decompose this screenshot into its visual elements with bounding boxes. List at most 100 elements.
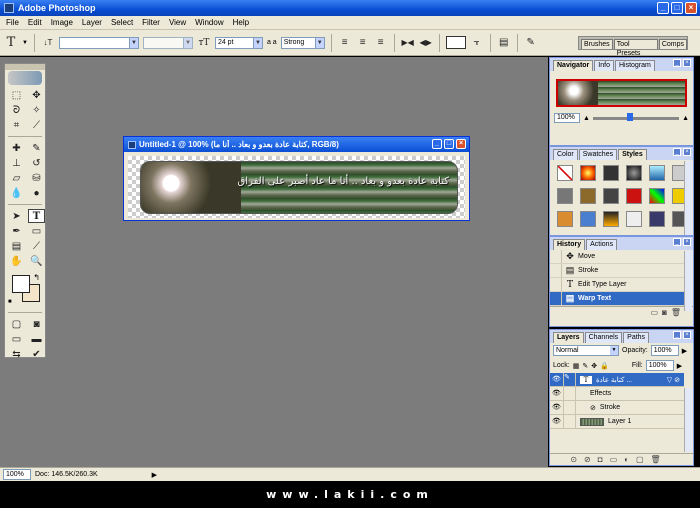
menu-image[interactable]: Image: [51, 18, 73, 27]
standard-mode-icon[interactable]: ▢: [8, 317, 25, 331]
default-colors-icon[interactable]: ■: [8, 299, 12, 305]
document-canvas[interactable]: كتابة عادة بعدو و بعاد .. أنا ما عاد أصب…: [128, 156, 465, 218]
font-size-select[interactable]: 24 pt ▼: [214, 36, 263, 49]
palettes-toggle-icon[interactable]: ▤: [497, 36, 511, 50]
lock-transparency-icon[interactable]: ▦: [573, 362, 580, 370]
foreground-color[interactable]: [12, 275, 30, 293]
tab-info[interactable]: Info: [594, 60, 614, 71]
dodge-tool-icon[interactable]: ●: [28, 186, 45, 200]
zoom-slider-knob[interactable]: [627, 112, 634, 121]
checkmark-icon[interactable]: ✔: [28, 347, 45, 361]
align-left-icon[interactable]: ≡: [338, 36, 352, 50]
doc-minimize-button[interactable]: _: [432, 139, 442, 149]
style-swatch[interactable]: [557, 211, 573, 227]
panel-close-icon[interactable]: ×: [683, 148, 691, 156]
style-swatch[interactable]: [557, 188, 573, 204]
style-swatch[interactable]: [649, 165, 665, 181]
history-source-checkbox[interactable]: [550, 292, 562, 305]
layer-effects-row[interactable]: 👁 Effects: [550, 387, 684, 401]
style-none-swatch[interactable]: [557, 165, 573, 181]
layer-effect-stroke-row[interactable]: 👁 ⊘ Stroke: [550, 401, 684, 415]
tab-styles[interactable]: Styles: [618, 149, 647, 160]
fill-field[interactable]: 100%: [645, 360, 674, 371]
type-tool-icon[interactable]: T: [28, 209, 45, 223]
clone-stamp-tool-icon[interactable]: ⊥: [8, 156, 25, 170]
font-style-select[interactable]: ▼: [142, 36, 193, 49]
history-source-checkbox[interactable]: [550, 278, 562, 291]
font-family-select[interactable]: ▼: [58, 36, 139, 49]
crop-tool-icon[interactable]: ⌗: [8, 118, 25, 132]
navigator-thumbnail[interactable]: [556, 79, 687, 107]
layer-row-text[interactable]: 👁 ✎ T كتابة عادة ... ▽ ⊘: [550, 373, 684, 387]
doc-close-button[interactable]: ×: [456, 139, 466, 149]
panel-minimize-icon[interactable]: _: [673, 148, 681, 156]
lock-position-icon[interactable]: ✥: [591, 362, 597, 370]
panel-minimize-icon[interactable]: _: [673, 59, 681, 67]
move-tool-icon[interactable]: ✥: [28, 88, 45, 102]
history-source-checkbox[interactable]: [550, 250, 562, 263]
panel-close-icon[interactable]: ×: [683, 331, 691, 339]
healing-brush-tool-icon[interactable]: ✚: [8, 141, 25, 155]
lock-image-icon[interactable]: ✎: [582, 362, 588, 370]
rtl-right-icon[interactable]: ◀▶: [419, 36, 433, 50]
eye-icon[interactable]: 👁: [550, 401, 564, 414]
marquee-tool-icon[interactable]: ⬚: [8, 88, 25, 102]
align-center-icon[interactable]: ≡: [356, 36, 370, 50]
file-browser-icon[interactable]: ✎: [524, 36, 538, 50]
text-orientation-icon[interactable]: ↓T: [41, 36, 55, 50]
tab-histogram[interactable]: Histogram: [614, 60, 655, 71]
blur-tool-icon[interactable]: 💧: [8, 186, 25, 200]
type-tool-preset-icon[interactable]: T: [4, 35, 18, 50]
shape-tool-icon[interactable]: ▭: [28, 224, 45, 238]
menu-filter[interactable]: Filter: [142, 18, 160, 27]
minimize-button[interactable]: _: [657, 2, 669, 14]
jump-to-imageready-icon[interactable]: ⇆: [8, 347, 25, 361]
pen-tool-icon[interactable]: ✒: [8, 224, 25, 238]
eyedropper-tool-icon[interactable]: ⟋: [28, 239, 45, 253]
menu-help[interactable]: Help: [233, 18, 249, 27]
zoom-out-icon[interactable]: ▲: [583, 115, 590, 122]
history-item[interactable]: ✥ Move: [550, 250, 684, 264]
style-swatch[interactable]: [626, 165, 642, 181]
history-source-checkbox[interactable]: [550, 264, 562, 277]
lock-all-icon[interactable]: 🔒: [600, 362, 609, 370]
align-right-icon[interactable]: ≡: [374, 36, 388, 50]
adobe-online-feather-icon[interactable]: [8, 71, 42, 85]
quick-mask-mode-icon[interactable]: ◙: [28, 317, 45, 331]
paint-bucket-tool-icon[interactable]: ⛁: [28, 171, 45, 185]
style-swatch[interactable]: [626, 188, 642, 204]
swap-colors-icon[interactable]: ↰: [33, 273, 40, 282]
link-layers-icon[interactable]: ⊙: [570, 455, 577, 464]
opacity-field[interactable]: 100%: [650, 345, 679, 356]
delete-layer-icon[interactable]: 🗑: [651, 455, 661, 464]
palette-tab-comps[interactable]: Comps: [658, 39, 687, 49]
styles-scrollbar[interactable]: [684, 161, 692, 235]
brush-tool-icon[interactable]: ✎: [28, 141, 45, 155]
close-button[interactable]: ×: [685, 2, 697, 14]
eye-icon[interactable]: 👁: [550, 373, 564, 386]
tab-history[interactable]: History: [553, 239, 586, 250]
eye-icon[interactable]: 👁: [550, 387, 564, 400]
rtl-left-icon[interactable]: ▶◀: [401, 36, 415, 50]
slice-tool-icon[interactable]: ⟋: [28, 118, 45, 132]
lasso-tool-icon[interactable]: ᘐ: [8, 103, 25, 117]
panel-minimize-icon[interactable]: _: [673, 238, 681, 246]
add-mask-icon[interactable]: ◘: [598, 455, 603, 464]
style-swatch[interactable]: [580, 188, 596, 204]
new-layer-icon[interactable]: ▢: [636, 455, 644, 464]
tab-swatches[interactable]: Swatches: [578, 149, 618, 160]
menu-layer[interactable]: Layer: [82, 18, 102, 27]
style-swatch[interactable]: [649, 188, 665, 204]
style-swatch[interactable]: [603, 188, 619, 204]
zoom-field[interactable]: 100%: [3, 469, 31, 480]
eraser-tool-icon[interactable]: ▱: [8, 171, 25, 185]
history-item[interactable]: ▤ Stroke: [550, 264, 684, 278]
toolbox-grip[interactable]: [5, 64, 45, 70]
text-color-swatch[interactable]: [445, 36, 466, 49]
notes-tool-icon[interactable]: ▤: [8, 239, 25, 253]
add-layer-style-icon[interactable]: ⊘: [584, 455, 591, 464]
history-scrollbar[interactable]: [684, 251, 692, 311]
style-swatch[interactable]: [649, 211, 665, 227]
doc-maximize-button[interactable]: □: [444, 139, 454, 149]
maximize-button[interactable]: □: [671, 2, 683, 14]
